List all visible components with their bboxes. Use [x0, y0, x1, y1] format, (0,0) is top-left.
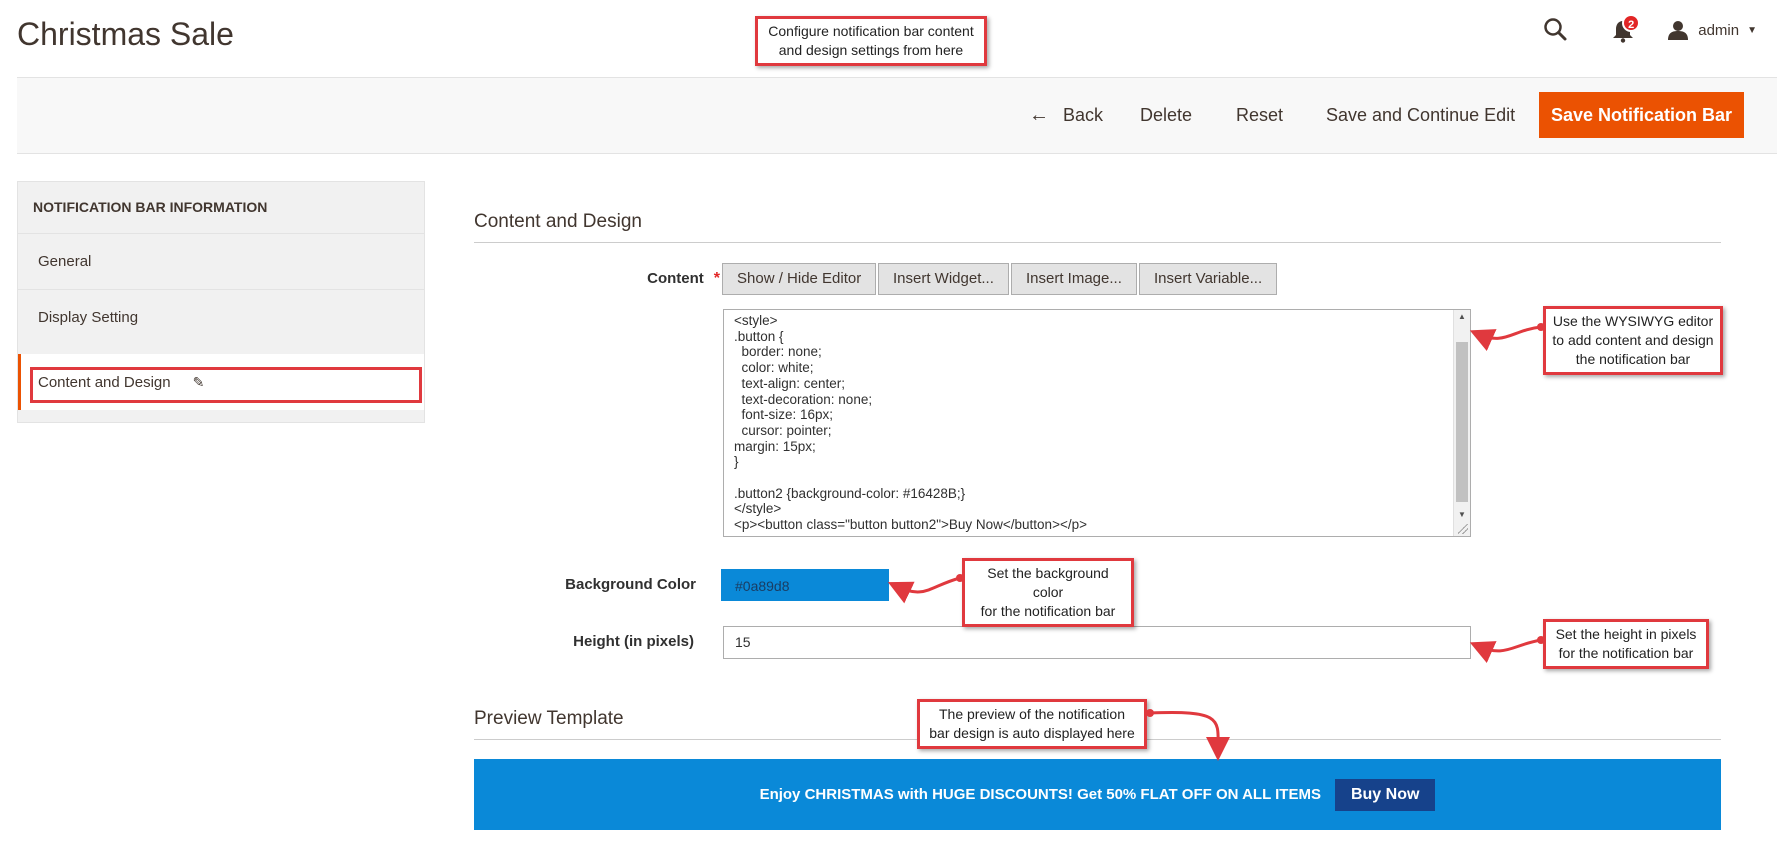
- annotation-height: Set the height in pixels for the notific…: [1543, 619, 1709, 669]
- sidebar-item-general[interactable]: General: [18, 234, 424, 290]
- content-design-section-title: Content and Design: [474, 211, 642, 232]
- user-icon: [1668, 21, 1689, 40]
- back-button[interactable]: ← Back: [1029, 92, 1103, 138]
- chevron-down-icon: ▼: [1747, 24, 1757, 36]
- insert-variable-button[interactable]: Insert Variable...: [1139, 263, 1278, 295]
- editor-scrollbar[interactable]: ▲ ▼: [1453, 310, 1470, 536]
- resize-handle[interactable]: [1458, 524, 1468, 534]
- content-label-text: Content: [647, 270, 704, 287]
- sidebar-heading: NOTIFICATION BAR INFORMATION: [18, 182, 424, 234]
- notification-bar-preview: Enjoy CHRISTMAS with HUGE DISCOUNTS! Get…: [474, 759, 1721, 830]
- preview-buy-now-button[interactable]: Buy Now: [1334, 778, 1436, 811]
- page-title: Christmas Sale: [17, 16, 234, 52]
- sidebar-item-display-setting[interactable]: Display Setting: [18, 290, 424, 346]
- preview-section-title: Preview Template: [474, 708, 624, 729]
- insert-widget-button[interactable]: Insert Widget...: [878, 263, 1009, 295]
- notification-count-badge: 2: [1622, 14, 1641, 32]
- save-and-continue-button[interactable]: Save and Continue Edit: [1326, 92, 1515, 138]
- preview-bar-text: Enjoy CHRISTMAS with HUGE DISCOUNTS! Get…: [759, 786, 1321, 803]
- arrow-to-color-input: [887, 576, 961, 604]
- annotation-background-color: Set the background color for the notific…: [962, 558, 1134, 627]
- save-notification-bar-button[interactable]: Save Notification Bar: [1539, 92, 1744, 138]
- content-field-label: Content *: [590, 270, 720, 288]
- header-actions: 2 admin ▼: [1542, 14, 1757, 46]
- delete-button[interactable]: Delete: [1140, 92, 1192, 138]
- required-mark: *: [713, 270, 720, 287]
- background-color-label: Background Color: [565, 576, 696, 593]
- annotation-wysiwyg-editor: Use the WYSIWYG editor to add content an…: [1543, 306, 1723, 375]
- content-editor-textarea[interactable]: <style> .button { border: none; color: w…: [723, 309, 1471, 537]
- user-name: admin: [1698, 21, 1740, 39]
- section-divider: [474, 242, 1721, 243]
- height-input[interactable]: 15: [723, 626, 1471, 659]
- reset-button[interactable]: Reset: [1236, 92, 1283, 138]
- search-icon[interactable]: [1542, 16, 1570, 44]
- height-label: Height (in pixels): [573, 633, 694, 650]
- notification-bar-edit-page: Christmas Sale 2 admin ▼ ← Back Delete Re…: [0, 0, 1777, 864]
- insert-image-button[interactable]: Insert Image...: [1011, 263, 1137, 295]
- page-actions-toolbar: ← Back Delete Reset Save and Continue Edi…: [17, 77, 1777, 154]
- notifications-bell-icon[interactable]: 2: [1610, 14, 1641, 44]
- sidebar-tabs: NOTIFICATION BAR INFORMATION General Dis…: [17, 181, 425, 423]
- arrow-to-editor: [1469, 325, 1542, 352]
- content-editor-value: <style> .button { border: none; color: w…: [734, 313, 1087, 533]
- scrollbar-thumb[interactable]: [1456, 342, 1468, 502]
- arrow-left-icon: ←: [1029, 104, 1049, 126]
- scroll-up-icon[interactable]: ▲: [1458, 312, 1466, 321]
- sidebar-highlight-box: [30, 367, 422, 403]
- show-hide-editor-button[interactable]: Show / Hide Editor: [722, 263, 877, 295]
- arrow-to-preview: [1149, 711, 1231, 761]
- user-menu[interactable]: admin ▼: [1668, 20, 1757, 40]
- scroll-down-icon[interactable]: ▼: [1458, 510, 1466, 519]
- back-label: Back: [1063, 105, 1104, 125]
- annotation-preview: The preview of the notification bar desi…: [917, 699, 1147, 749]
- arrow-to-height-input: [1469, 638, 1542, 664]
- background-color-input[interactable]: #0a89d8: [721, 569, 889, 601]
- annotation-configure: Configure notification bar content and d…: [755, 16, 987, 66]
